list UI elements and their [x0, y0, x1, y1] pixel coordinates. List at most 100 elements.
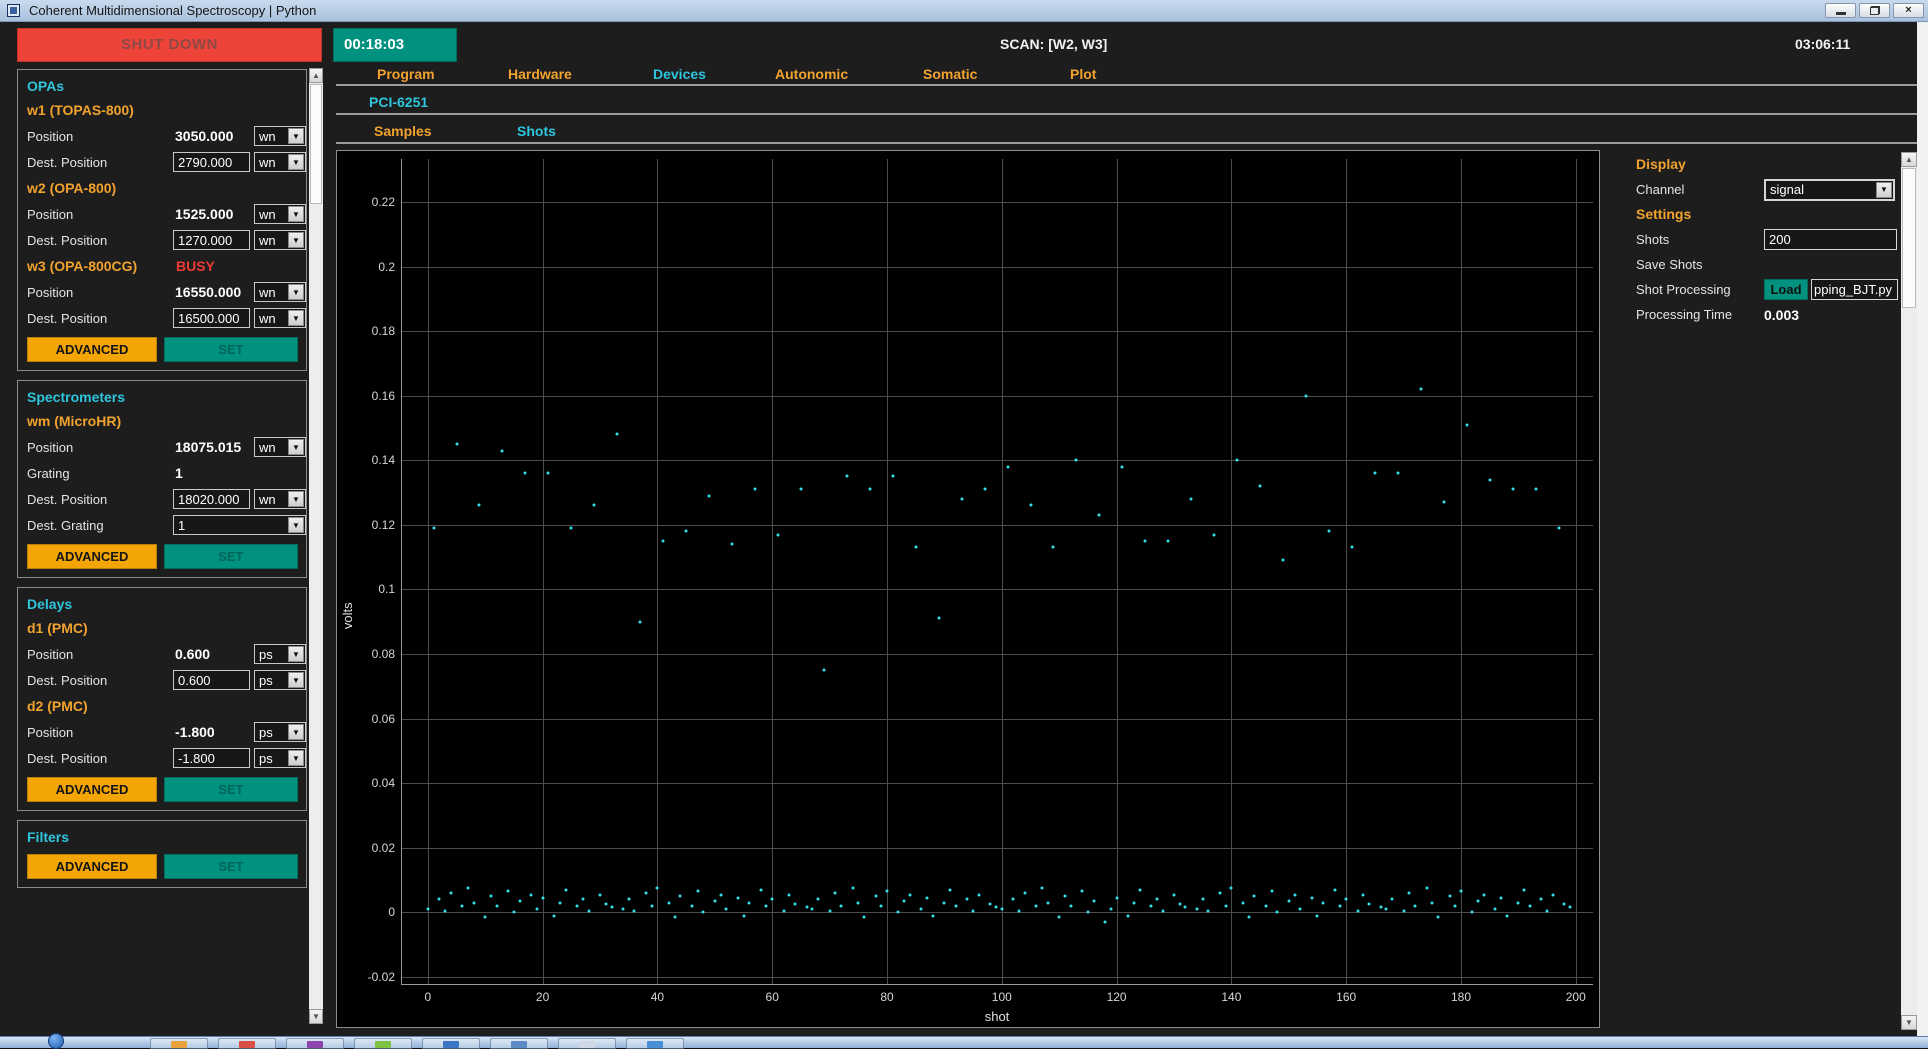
destination-row: Dest. Position wn ▼ — [27, 227, 306, 253]
taskbar-app-icon[interactable] — [422, 1038, 480, 1049]
data-point — [667, 901, 671, 905]
tab-plot[interactable]: Plot — [1070, 66, 1096, 82]
gridline — [402, 718, 1593, 720]
set-button[interactable]: SET — [164, 544, 298, 569]
data-point — [581, 897, 585, 901]
data-point — [1029, 503, 1032, 507]
minimize-button[interactable] — [1825, 3, 1856, 18]
tab-pci-6251[interactable]: PCI-6251 — [369, 94, 428, 110]
shut-down-button[interactable]: SHUT DOWN — [17, 28, 322, 62]
shots-plot: -0.02 0 0.02 0.04 0.06 0.08 0.1 0.12 0.14 0.16 0.1… — [336, 150, 1600, 1028]
close-button[interactable]: × — [1893, 3, 1924, 18]
units-select[interactable]: ps ▼ — [254, 644, 306, 664]
x-tick-label: 60 — [765, 990, 779, 1004]
units-select[interactable]: wn ▼ — [254, 489, 306, 509]
data-point — [564, 888, 568, 892]
chevron-down-icon[interactable]: ▼ — [288, 491, 304, 507]
chevron-down-icon[interactable]: ▼ — [288, 750, 304, 766]
units-select[interactable]: ps ▼ — [254, 722, 306, 742]
units-select[interactable]: wn ▼ — [254, 204, 306, 224]
units-select[interactable]: wn ▼ — [254, 308, 306, 328]
windows-taskbar[interactable] — [0, 1033, 1928, 1049]
taskbar-app-icon[interactable] — [490, 1038, 548, 1049]
chevron-down-icon[interactable]: ▼ — [288, 206, 304, 222]
units-select[interactable]: wn ▼ — [254, 437, 306, 457]
data-point — [1166, 539, 1170, 543]
scroll-up-icon[interactable]: ▲ — [1901, 152, 1917, 167]
load-button[interactable]: Load — [1764, 279, 1808, 300]
set-button[interactable]: SET — [164, 777, 298, 802]
readout-row: Position 1525.000 wn ▼ — [27, 201, 306, 227]
data-point — [1115, 896, 1119, 900]
start-button-icon[interactable] — [48, 1033, 64, 1049]
restore-button[interactable] — [1859, 3, 1890, 18]
units-select[interactable]: wn ▼ — [254, 282, 306, 302]
shots-input[interactable] — [1764, 229, 1897, 250]
taskbar-app-icon[interactable] — [558, 1038, 616, 1049]
chevron-down-icon[interactable]: ▼ — [288, 439, 304, 455]
tab-somatic[interactable]: Somatic — [923, 66, 977, 82]
data-point — [1413, 904, 1417, 908]
chevron-down-icon[interactable]: ▼ — [288, 672, 304, 688]
tab-autonomic[interactable]: Autonomic — [775, 66, 848, 82]
destination-input[interactable] — [173, 748, 250, 768]
scroll-up-icon[interactable]: ▲ — [309, 68, 323, 83]
chevron-down-icon[interactable]: ▼ — [288, 646, 304, 662]
units-select[interactable]: wn ▼ — [254, 126, 306, 146]
sidebar-scrollbar[interactable]: ▲ ▼ — [309, 68, 323, 1024]
advanced-button[interactable]: ADVANCED — [27, 337, 157, 362]
units-select[interactable]: ps ▼ — [254, 748, 306, 768]
data-point — [1212, 533, 1216, 537]
units-select[interactable]: ps ▼ — [254, 670, 306, 690]
scrollbar-thumb[interactable] — [1902, 168, 1916, 308]
taskbar-app-icon[interactable] — [150, 1038, 208, 1049]
data-point — [1063, 894, 1067, 898]
tab-samples[interactable]: Samples — [374, 123, 432, 139]
scroll-down-icon[interactable]: ▼ — [1901, 1015, 1917, 1030]
data-point — [983, 487, 987, 491]
data-point — [506, 889, 510, 893]
data-point — [1051, 545, 1055, 549]
chevron-down-icon[interactable]: ▼ — [288, 284, 304, 300]
scrollbar-thumb[interactable] — [310, 84, 322, 204]
gridline — [1001, 159, 1003, 984]
settings-scrollbar[interactable]: ▲ ▼ — [1901, 152, 1917, 1030]
destination-input[interactable] — [173, 489, 250, 509]
destination-input[interactable] — [173, 670, 250, 690]
destination-input[interactable] — [173, 230, 250, 250]
taskbar-app-icon[interactable] — [286, 1038, 344, 1049]
destination-input[interactable] — [173, 152, 250, 172]
chevron-down-icon[interactable]: ▼ — [1876, 181, 1892, 198]
chevron-down-icon[interactable]: ▼ — [288, 154, 304, 170]
chevron-down-icon[interactable]: ▼ — [288, 232, 304, 248]
processing-file-input[interactable]: pping_BJT.py — [1811, 279, 1898, 300]
channel-label: Channel — [1636, 182, 1685, 197]
chevron-down-icon[interactable]: ▼ — [288, 517, 304, 533]
readout-label: Position — [27, 206, 74, 222]
taskbar-app-icon[interactable] — [626, 1038, 684, 1049]
units-select[interactable]: wn ▼ — [254, 152, 306, 172]
tab-shots[interactable]: Shots — [517, 123, 556, 139]
data-point — [1229, 886, 1233, 890]
taskbar-app-icon[interactable] — [218, 1038, 276, 1049]
grating-select[interactable]: 1 ▼ — [173, 515, 306, 535]
taskbar-app-icon[interactable] — [354, 1038, 412, 1049]
destination-input[interactable] — [173, 308, 250, 328]
set-button[interactable]: SET — [164, 337, 298, 362]
chevron-down-icon[interactable]: ▼ — [288, 128, 304, 144]
units-select[interactable]: wn ▼ — [254, 230, 306, 250]
scroll-down-icon[interactable]: ▼ — [309, 1009, 323, 1024]
display-header: Display — [1636, 156, 1686, 172]
channel-select[interactable]: signal ▼ — [1764, 178, 1895, 201]
data-point — [931, 914, 935, 918]
set-button[interactable]: SET — [164, 854, 298, 879]
advanced-button[interactable]: ADVANCED — [27, 544, 157, 569]
tab-program[interactable]: Program — [377, 66, 435, 82]
chevron-down-icon[interactable]: ▼ — [288, 724, 304, 740]
advanced-button[interactable]: ADVANCED — [27, 854, 157, 879]
tab-devices[interactable]: Devices — [653, 66, 706, 82]
chevron-down-icon[interactable]: ▼ — [288, 310, 304, 326]
tab-hardware[interactable]: Hardware — [508, 66, 572, 82]
advanced-button[interactable]: ADVANCED — [27, 777, 157, 802]
readout-label: Position — [27, 284, 74, 300]
